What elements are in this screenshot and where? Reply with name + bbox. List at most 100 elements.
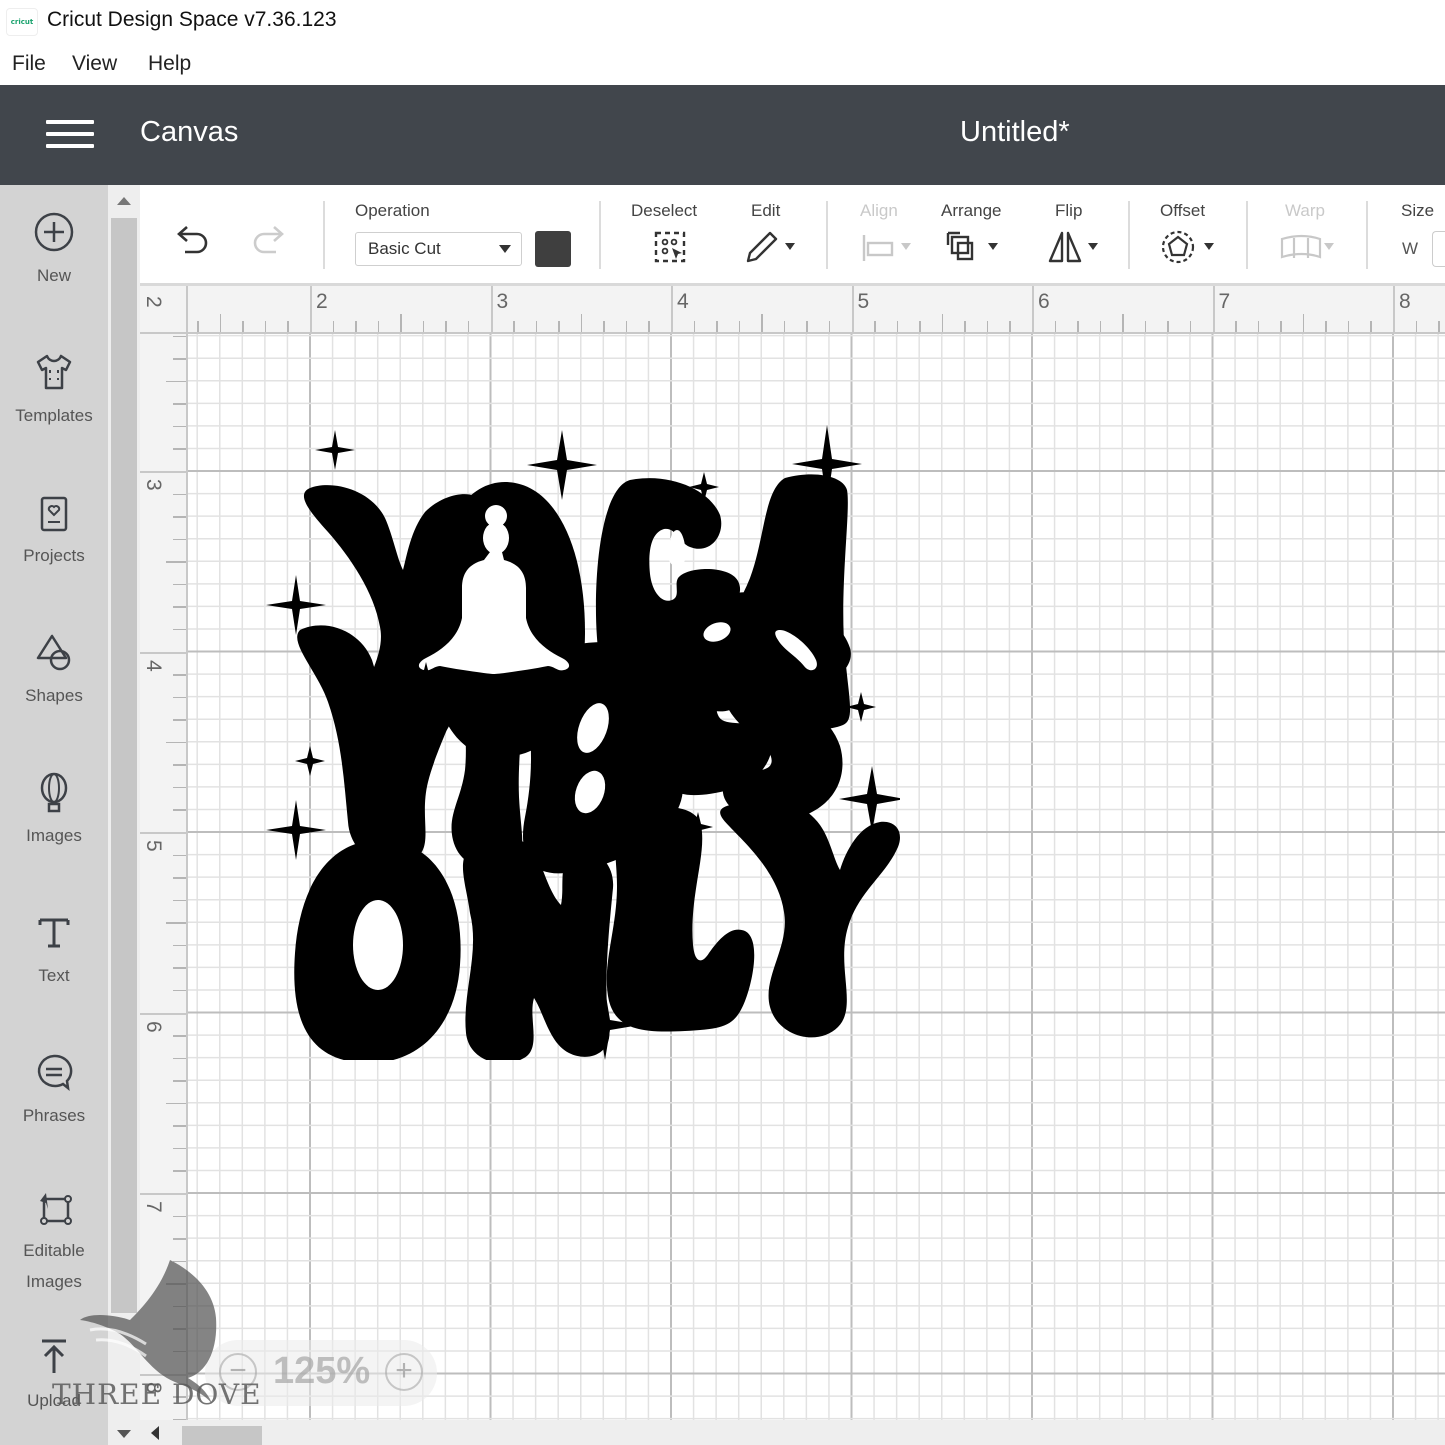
- ruler-major-tick: [851, 286, 854, 332]
- ruler-tick: [1415, 321, 1418, 332]
- vertical-scrollbar[interactable]: [108, 185, 140, 1420]
- sidebar-label-shapes: Shapes: [25, 686, 83, 705]
- scroll-down-arrow-icon[interactable]: [117, 1430, 131, 1438]
- ruler-top-number: 7: [1218, 290, 1231, 313]
- ruler-tick: [738, 321, 741, 332]
- menu-view[interactable]: View: [72, 52, 117, 76]
- zoom-out-button[interactable]: −: [219, 1353, 257, 1391]
- sidebar-item-upload[interactable]: Upload: [0, 1335, 108, 1416]
- sidebar-item-phrases[interactable]: Phrases: [0, 1050, 108, 1131]
- speech-bubble-icon: [37, 1054, 73, 1091]
- ruler-left-number: 3: [142, 479, 165, 491]
- offset-icon[interactable]: [1160, 229, 1220, 265]
- zoom-level: 125%: [273, 1350, 371, 1392]
- ruler-tick: [173, 1170, 186, 1172]
- ruler-tick: [173, 1035, 186, 1037]
- ruler-left-number: 8: [142, 1381, 165, 1394]
- ruler-major-tick: [140, 651, 186, 654]
- offset-label: Offset: [1160, 201, 1206, 220]
- horizontal-scroll-thumb[interactable]: [182, 1426, 262, 1445]
- ruler-tick: [1280, 321, 1282, 332]
- sidebar-item-shapes[interactable]: Shapes: [0, 630, 108, 711]
- ruler-tick: [173, 628, 186, 631]
- ruler-tick: [173, 877, 186, 879]
- balloon-icon: [40, 772, 68, 813]
- ruler-tick: [173, 606, 186, 608]
- sidebar-item-text[interactable]: Text: [0, 910, 108, 991]
- ruler-tick: [173, 403, 186, 405]
- flip-icon[interactable]: [1046, 229, 1106, 265]
- project-title[interactable]: Untitled*: [960, 116, 1070, 149]
- ruler-major-tick: [140, 1373, 186, 1376]
- cricut-logo-icon: cricut: [6, 8, 38, 36]
- ruler-top-number: 3: [496, 290, 509, 313]
- size-width-input[interactable]: [1432, 231, 1445, 267]
- scroll-up-arrow-icon[interactable]: [117, 197, 131, 205]
- ruler-tick: [1302, 314, 1305, 332]
- ruler-tick: [166, 1102, 186, 1105]
- ruler-tick: [828, 321, 831, 332]
- sidebar-item-editable-images[interactable]: Editable Images: [0, 1185, 108, 1297]
- yoga-vibes-only-design[interactable]: [260, 420, 900, 1060]
- sparkle: [839, 766, 900, 832]
- vertical-scroll-thumb[interactable]: [111, 218, 137, 1313]
- arrange-icon[interactable]: [944, 229, 1004, 265]
- menu-help[interactable]: Help: [148, 52, 191, 76]
- operation-select[interactable]: Basic Cut: [355, 232, 522, 266]
- ruler-tick: [1077, 321, 1079, 332]
- ruler-tick: [173, 1125, 186, 1127]
- ruler-tick: [377, 321, 380, 332]
- sidebar-item-templates[interactable]: Templates: [0, 350, 108, 431]
- ruler-tick: [173, 719, 186, 721]
- sidebar-label-images: Images: [26, 826, 82, 845]
- ruler-tick: [173, 493, 186, 496]
- ruler-tick: [166, 1283, 186, 1285]
- operation-color-swatch[interactable]: [535, 231, 571, 267]
- text-t-icon: [38, 918, 70, 948]
- ruler-tick: [173, 358, 186, 360]
- ruler-tick: [919, 321, 921, 332]
- letter-l: [606, 807, 755, 1032]
- sidebar-item-images[interactable]: Images: [0, 770, 108, 851]
- horizontal-scrollbar[interactable]: [108, 1420, 1445, 1445]
- size-label: Size: [1401, 201, 1435, 220]
- ruler-tick: [242, 321, 244, 332]
- hamburger-icon[interactable]: [46, 120, 94, 150]
- upload-icon: [42, 1339, 66, 1373]
- ruler-tick: [1347, 321, 1350, 332]
- ruler-major-tick: [140, 1193, 186, 1195]
- ruler-tick: [219, 314, 222, 332]
- ruler-tick: [173, 1238, 186, 1240]
- sidebar-item-projects[interactable]: Projects: [0, 490, 108, 571]
- ruler-tick: [580, 314, 583, 332]
- menu-bar: File View Help: [0, 44, 1445, 85]
- ruler-tick: [173, 1260, 186, 1263]
- sidebar-label-phrases: Phrases: [22, 1106, 86, 1125]
- ruler-tick: [173, 1147, 186, 1150]
- redo-icon[interactable]: [248, 221, 288, 257]
- ruler-tick: [1438, 321, 1440, 332]
- plus-circle-icon: [34, 212, 74, 252]
- ruler-tick: [896, 321, 899, 332]
- ruler-vertical: 3 4 5 6 7 8: [140, 286, 188, 1420]
- ruler-tick: [173, 335, 186, 338]
- zoom-in-button[interactable]: +: [385, 1353, 423, 1391]
- ruler-tick: [783, 321, 786, 332]
- ruler-tick: [806, 321, 808, 332]
- operation-label: Operation: [355, 201, 430, 220]
- deselect-icon[interactable]: [652, 229, 690, 265]
- ruler-tick: [445, 321, 447, 332]
- ruler-tick: [173, 1305, 186, 1308]
- ruler-major-tick: [490, 286, 493, 332]
- ruler-major-tick: [140, 832, 186, 834]
- undo-icon[interactable]: [173, 221, 213, 257]
- sparkle: [295, 746, 325, 776]
- ruler-tick: [1370, 321, 1372, 332]
- letter-y2: [720, 798, 900, 1038]
- scroll-left-arrow-icon[interactable]: [151, 1426, 159, 1440]
- sidebar-item-new[interactable]: New: [0, 210, 108, 291]
- ruler-tick: [1099, 321, 1102, 332]
- ruler-major-tick: [1212, 286, 1215, 332]
- edit-pencil-icon[interactable]: [744, 229, 800, 265]
- menu-file[interactable]: File: [12, 52, 46, 76]
